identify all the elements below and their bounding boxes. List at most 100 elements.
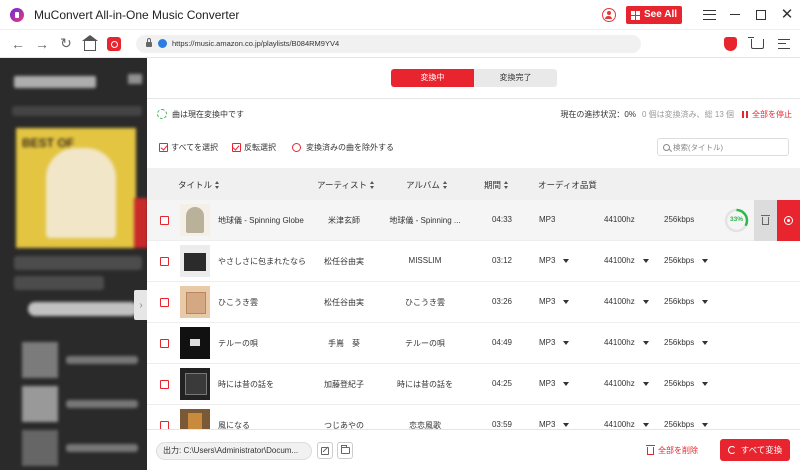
- track-artist: 松任谷由実: [324, 298, 364, 307]
- stop-row-button[interactable]: [777, 200, 800, 241]
- close-button[interactable]: ✕: [774, 0, 800, 30]
- cart-icon[interactable]: [748, 36, 764, 49]
- output-path-field[interactable]: 出力: C:\Users\Administrator\Docum...: [156, 442, 312, 460]
- conversion-queue-icon[interactable]: [778, 38, 790, 49]
- folder-icon: [340, 445, 350, 454]
- sidebar-track-text: [66, 400, 138, 408]
- track-title: 風になる: [218, 421, 250, 429]
- bitrate-dropdown[interactable]: 256kbps: [664, 256, 709, 265]
- sample-rate-dropdown[interactable]: 44100hz: [604, 297, 649, 306]
- stop-all-button[interactable]: 全部を停止: [752, 109, 792, 120]
- sidebar-thumb: [22, 386, 58, 422]
- select-all-toggle[interactable]: すべてを選択: [159, 142, 218, 153]
- column-title[interactable]: タイトル: [178, 179, 220, 191]
- menu-button[interactable]: [696, 0, 722, 30]
- format-dropdown[interactable]: MP3: [539, 297, 570, 306]
- sidebar-track-text: [66, 444, 138, 452]
- track-title: 地球儀 - Spinning Globe: [218, 216, 304, 225]
- table-row[interactable]: 地球儀 - Spinning Globe 米津玄師 地球儀 - Spinning…: [147, 200, 800, 241]
- invert-select-checkbox[interactable]: [231, 142, 241, 152]
- home-icon: [82, 34, 98, 51]
- reload-button[interactable]: ↻: [54, 32, 78, 56]
- collapse-handle[interactable]: ›: [134, 290, 147, 320]
- edit-icon: [321, 446, 329, 455]
- track-artist: 手嶌 葵: [328, 339, 360, 348]
- delete-all-label: 全部を削除: [658, 446, 698, 455]
- progress-ring: 33%: [724, 208, 749, 233]
- convert-all-button[interactable]: すべて変換: [720, 439, 790, 461]
- sample-rate-dropdown[interactable]: 44100hz: [604, 256, 649, 265]
- footer-bar: 出力: C:\Users\Administrator\Docum... 全部を削…: [147, 429, 800, 470]
- chevron-down-icon: [702, 381, 709, 386]
- table-row[interactable]: 風になる つじあやの 恋恋風歌 03:59 MP3 44100hz 256kbp…: [147, 405, 800, 429]
- count-text: 0 個は変換済み、総 13 個: [641, 109, 734, 119]
- track-artist: 米津玄師: [328, 216, 360, 225]
- exclude-converted-radio[interactable]: [291, 142, 301, 152]
- sort-icon: [215, 181, 220, 189]
- delete-row-button[interactable]: [754, 200, 777, 241]
- bitrate-dropdown[interactable]: 256kbps: [664, 297, 709, 306]
- sample-rate-dropdown[interactable]: 44100hz: [604, 420, 649, 429]
- select-all-checkbox[interactable]: [159, 142, 168, 152]
- format-value: MP3: [539, 215, 556, 224]
- table-row[interactable]: 時には昔の話を 加藤登紀子 時には昔の話を 04:25 MP3 44100hz …: [147, 364, 800, 405]
- chevron-down-icon: [702, 299, 709, 304]
- sidebar-thumb: [22, 342, 58, 378]
- bitrate-dropdown[interactable]: 256kbps: [664, 338, 709, 347]
- bitrate-dropdown[interactable]: 256kbps: [664, 379, 709, 388]
- convert-all-label: すべて変換: [740, 445, 783, 455]
- tab-converted[interactable]: 変換完了: [474, 69, 557, 87]
- see-all-button[interactable]: See All: [626, 5, 682, 24]
- chevron-down-icon: [702, 258, 709, 263]
- sample-rate-dropdown[interactable]: 44100hz: [604, 379, 649, 388]
- tab-converting[interactable]: 変換中: [391, 69, 474, 87]
- format-dropdown[interactable]: MP3: [539, 256, 570, 265]
- controls-row: すべてを選択 反転選択 変換済みの曲を除外する 検索(タイトル): [159, 138, 789, 156]
- shield-icon[interactable]: [724, 36, 737, 51]
- grid-icon: [631, 10, 641, 20]
- table-row[interactable]: テルーの唄 手嶌 葵 テルーの唄 04:49 MP3 44100hz 256kb…: [147, 323, 800, 364]
- edit-output-button[interactable]: [317, 442, 333, 459]
- row-checkbox[interactable]: [160, 216, 169, 225]
- column-duration[interactable]: 期間: [484, 179, 509, 191]
- exclude-converted-toggle[interactable]: 変換済みの曲を除外する: [232, 142, 394, 153]
- forward-button[interactable]: →: [30, 32, 54, 56]
- track-thumbnail: [180, 327, 210, 359]
- row-checkbox[interactable]: [160, 421, 169, 429]
- table-row[interactable]: ひこうき雲 松任谷由実 ひこうき雲 03:26 MP3 44100hz 256k…: [147, 282, 800, 323]
- row-checkbox[interactable]: [160, 298, 169, 307]
- sample-rate-dropdown[interactable]: 44100hz: [604, 338, 649, 347]
- chevron-down-icon: [642, 299, 649, 304]
- column-album[interactable]: アルバム: [406, 179, 448, 191]
- search-icon: [663, 143, 670, 151]
- delete-all-button[interactable]: 全部を削除: [646, 444, 698, 456]
- format-dropdown[interactable]: MP3: [539, 420, 570, 429]
- url-field[interactable]: https://music.amazon.co.jp/playlists/B08…: [136, 34, 641, 53]
- table-row[interactable]: やさしさに包まれたなら 松任谷由実 MISSLIM 03:12 MP3 4410…: [147, 241, 800, 282]
- select-all-label: すべてを選択: [171, 142, 218, 152]
- format-dropdown[interactable]: MP3: [539, 379, 570, 388]
- open-folder-button[interactable]: [337, 442, 353, 459]
- minimize-button[interactable]: [722, 0, 748, 30]
- search-input[interactable]: 検索(タイトル): [657, 138, 789, 156]
- format-dropdown[interactable]: MP3: [539, 338, 570, 347]
- bitrate-value: 256kbps: [664, 297, 695, 306]
- row-checkbox[interactable]: [160, 257, 169, 266]
- column-album-label: アルバム: [406, 180, 440, 190]
- add-site-button[interactable]: [102, 32, 126, 56]
- row-checkbox[interactable]: [160, 339, 169, 348]
- back-button[interactable]: ←: [6, 32, 30, 56]
- chevron-down-icon: [642, 258, 649, 263]
- format-value: MP3: [539, 338, 556, 347]
- bitrate-value: 256kbps: [664, 379, 695, 388]
- user-account-icon[interactable]: [602, 7, 617, 22]
- maximize-button[interactable]: [748, 0, 774, 30]
- search-placeholder: 検索(タイトル): [673, 142, 723, 152]
- row-checkbox[interactable]: [160, 380, 169, 389]
- bitrate-dropdown[interactable]: 256kbps: [664, 420, 709, 429]
- address-bar: ← → ↻ https://music.amazon.co.jp/playlis…: [0, 30, 800, 58]
- column-artist[interactable]: アーティスト: [317, 179, 375, 191]
- chevron-down-icon: [563, 381, 570, 386]
- close-icon: ✕: [780, 6, 794, 23]
- home-button[interactable]: [78, 32, 102, 56]
